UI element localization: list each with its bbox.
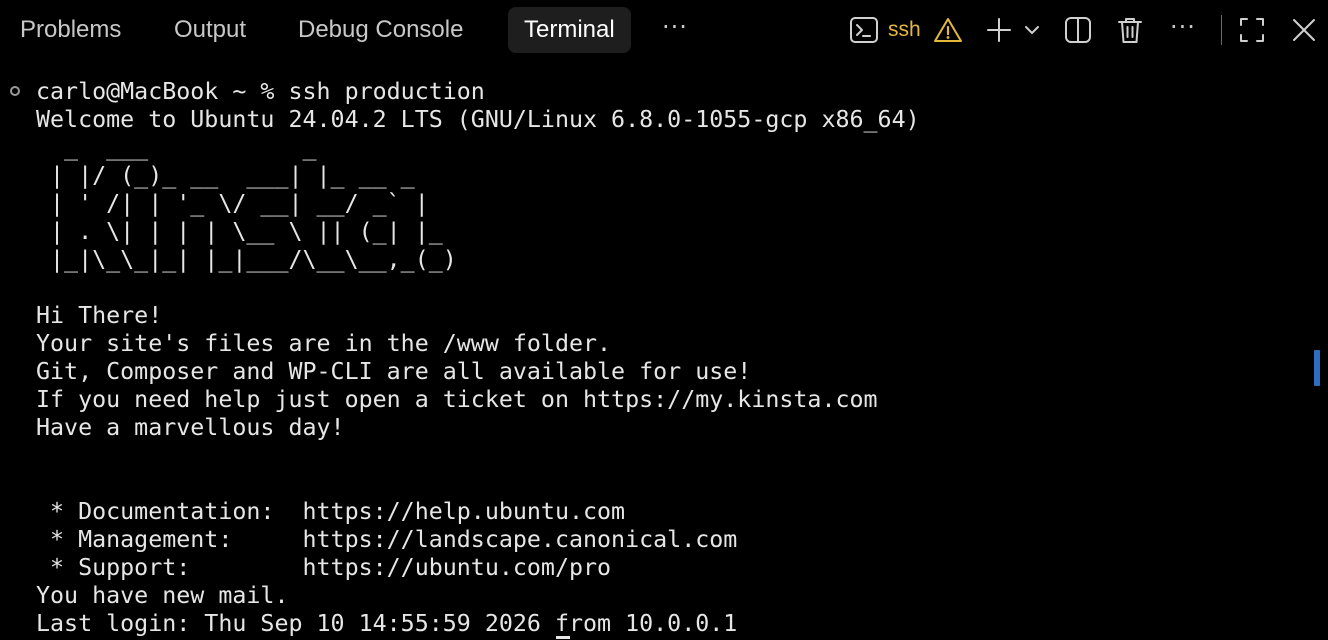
trash-icon[interactable] <box>1114 12 1146 48</box>
terminal-line: Git, Composer and WP-CLI are all availab… <box>36 358 752 385</box>
plus-icon[interactable] <box>984 12 1014 48</box>
ellipsis-icon[interactable]: ··· <box>1170 7 1196 53</box>
terminal-line: Hi There! <box>36 302 163 329</box>
close-icon[interactable] <box>1288 12 1320 48</box>
ascii-art-line: _ ___ _ <box>36 134 317 161</box>
terminal-cursor <box>556 636 570 639</box>
maximize-icon[interactable] <box>1236 12 1268 48</box>
more-tabs-button[interactable]: ··· <box>662 7 688 53</box>
panel-tab-bar: Problems Output Debug Console Terminal ·… <box>0 0 1328 62</box>
terminal-icon[interactable] <box>848 12 880 48</box>
ascii-art-line: |_|\_\_|_| |_|___/\__\__,_(_) <box>36 246 457 273</box>
tab-problems[interactable]: Problems <box>20 7 121 53</box>
tab-debug-console[interactable]: Debug Console <box>298 7 463 53</box>
terminal-line: Welcome to Ubuntu 24.04.2 LTS (GNU/Linux… <box>36 106 920 133</box>
ascii-art-line: | . \| | | | \__ \ || (_| |_ <box>36 218 443 245</box>
terminal-profile-name[interactable]: ssh <box>888 7 921 53</box>
ascii-art-line: | |/ (_)_ __ ___| |_ __ _ <box>36 162 415 189</box>
command-decoration-icon[interactable] <box>10 86 20 96</box>
terminal-line: * Documentation: https://help.ubuntu.com <box>36 498 626 525</box>
terminal-line: * Management: https://landscape.canonica… <box>36 526 738 553</box>
toolbar-divider <box>1221 15 1222 45</box>
terminal-line: You have new mail. <box>36 582 289 609</box>
terminal-line: Have a marvellous day! <box>36 414 345 441</box>
tab-output[interactable]: Output <box>174 7 246 53</box>
terminal-line: If you need help just open a ticket on h… <box>36 386 878 413</box>
terminal-prompt-line: carlo@MacBook ~ % ssh production <box>36 78 485 105</box>
warning-icon[interactable] <box>932 12 964 48</box>
tab-terminal[interactable]: Terminal <box>508 7 631 53</box>
terminal-line: Last login: Thu Sep 10 14:55:59 2026 fro… <box>36 610 738 637</box>
chevron-down-icon[interactable] <box>1022 12 1042 48</box>
split-icon[interactable] <box>1062 12 1094 48</box>
ascii-art-line: | ' /| | '_ \/ __| __/ _` | <box>36 190 429 217</box>
terminal-line: Your site's files are in the /www folder… <box>36 330 612 357</box>
terminal-line: * Support: https://ubuntu.com/pro <box>36 554 612 581</box>
terminal-scrollbar[interactable] <box>1314 350 1320 386</box>
